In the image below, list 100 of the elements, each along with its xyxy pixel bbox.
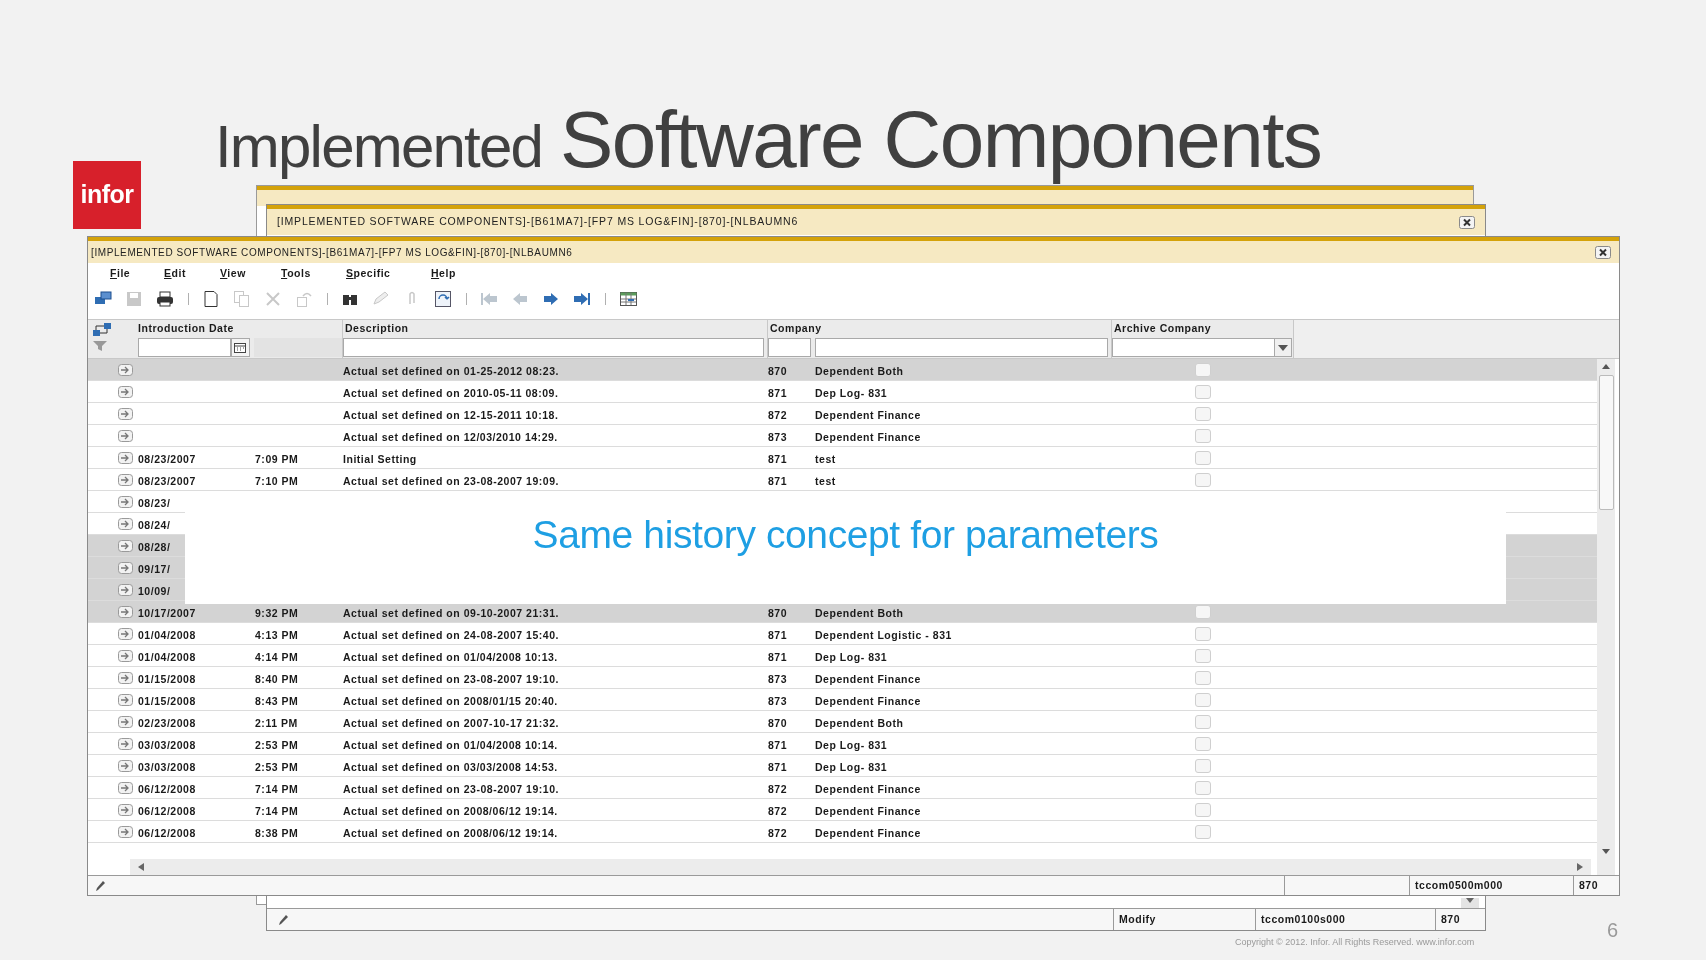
table-cell: Dependent Finance bbox=[815, 672, 921, 685]
row-marker-icon[interactable] bbox=[118, 825, 133, 838]
menu-item[interactable]: View bbox=[220, 266, 281, 282]
column-header[interactable]: Company bbox=[770, 321, 822, 337]
checkbox[interactable] bbox=[1194, 362, 1211, 377]
vertical-scrollbar[interactable] bbox=[1597, 359, 1615, 875]
table-cell: Dependent Both bbox=[815, 364, 904, 377]
row-marker-icon[interactable] bbox=[118, 649, 133, 662]
column-header[interactable]: Introduction Date bbox=[138, 321, 234, 337]
checkbox[interactable] bbox=[1194, 384, 1211, 399]
row-marker-icon[interactable] bbox=[118, 407, 133, 420]
filter-field[interactable] bbox=[343, 338, 764, 357]
close-icon[interactable] bbox=[1595, 245, 1611, 259]
dropdown[interactable] bbox=[1112, 338, 1292, 357]
printer-icon[interactable] bbox=[156, 290, 175, 308]
row-marker-icon[interactable] bbox=[118, 737, 133, 750]
table-cell: 08/23/2007 bbox=[138, 474, 196, 487]
table-cell: 9:32 PM bbox=[255, 606, 299, 619]
table-cell: 871 bbox=[768, 386, 788, 399]
row-marker-icon[interactable] bbox=[118, 627, 133, 640]
checkbox[interactable] bbox=[1194, 472, 1211, 487]
checkbox[interactable] bbox=[1194, 626, 1211, 641]
close-icon[interactable] bbox=[1459, 215, 1475, 229]
row-marker-icon[interactable] bbox=[118, 517, 133, 530]
scrollbar-thumb[interactable] bbox=[1598, 375, 1614, 510]
table-cell: 06/12/2008 bbox=[138, 826, 196, 839]
calendar-icon bbox=[234, 342, 247, 353]
row-marker-icon[interactable] bbox=[118, 583, 133, 596]
table-cell: 01/15/2008 bbox=[138, 672, 196, 685]
row-marker-icon[interactable] bbox=[118, 561, 133, 574]
filter-field[interactable] bbox=[138, 338, 231, 357]
menu-item[interactable]: Edit bbox=[164, 266, 220, 282]
table-cell: Actual set defined on 2008/01/15 20:40. bbox=[343, 694, 558, 707]
table-cell: Actual set defined on 2007-10-17 21:32. bbox=[343, 716, 559, 729]
table-cell: 01/15/2008 bbox=[138, 694, 196, 707]
row-marker-icon[interactable] bbox=[118, 759, 133, 772]
row-marker-icon[interactable] bbox=[118, 671, 133, 684]
table-cell: Actual set defined on 01-25-2012 08:23. bbox=[343, 364, 559, 377]
down-arrow-icon bbox=[1465, 898, 1475, 904]
refresh-icon[interactable] bbox=[434, 290, 453, 308]
horizontal-scrollbar[interactable] bbox=[130, 859, 1591, 875]
window-title: [IMPLEMENTED SOFTWARE COMPONENTS]-[B61MA7]-[FP7 MS LOG&FIN]-[870]-[NLBAUMN6 bbox=[91, 245, 573, 260]
row-marker-icon[interactable] bbox=[118, 693, 133, 706]
filter-icon[interactable] bbox=[92, 340, 108, 352]
table-cell: 873 bbox=[768, 672, 788, 685]
row-marker-icon[interactable] bbox=[118, 363, 133, 376]
checkbox[interactable] bbox=[1194, 406, 1211, 421]
table-cell: 870 bbox=[768, 716, 788, 729]
table-cell: Initial Setting bbox=[343, 452, 417, 465]
table-cell: 8:38 PM bbox=[255, 826, 299, 839]
table-row[interactable]: Actual set defined on 01-25-2012 08:23. 870 Dependent Both bbox=[88, 359, 1597, 381]
row-marker-icon[interactable] bbox=[118, 495, 133, 508]
checkbox[interactable] bbox=[1194, 648, 1211, 663]
table-cell: 10/09/ bbox=[138, 584, 171, 597]
hierarchy-icon[interactable] bbox=[92, 322, 112, 337]
status-text: tccom0100s000 bbox=[1261, 911, 1346, 927]
row-marker-icon[interactable] bbox=[118, 715, 133, 728]
right-arrow-icon[interactable] bbox=[1575, 862, 1585, 872]
scroll-down-button[interactable] bbox=[1461, 898, 1479, 908]
column-header[interactable]: Description bbox=[345, 321, 409, 337]
table-cell: 7:14 PM bbox=[255, 782, 299, 795]
table-icon[interactable] bbox=[619, 290, 638, 308]
row-marker-icon[interactable] bbox=[118, 781, 133, 794]
row-marker-icon[interactable] bbox=[118, 539, 133, 552]
row-marker-icon[interactable] bbox=[118, 429, 133, 442]
filter-field[interactable] bbox=[815, 338, 1108, 357]
table-cell: Actual set defined on 03/03/2008 14:53. bbox=[343, 760, 558, 773]
checkbox[interactable] bbox=[1194, 604, 1211, 619]
checkbox[interactable] bbox=[1194, 670, 1211, 685]
menu-item[interactable]: Specific bbox=[346, 266, 431, 282]
checkbox[interactable] bbox=[1194, 824, 1211, 839]
status-text: tccom0500m000 bbox=[1415, 877, 1503, 893]
row-marker-icon[interactable] bbox=[118, 803, 133, 816]
checkbox[interactable] bbox=[1194, 736, 1211, 751]
checkbox[interactable] bbox=[1194, 714, 1211, 729]
last-arrow-icon[interactable] bbox=[573, 290, 592, 308]
table-cell: 871 bbox=[768, 628, 788, 641]
column-header[interactable]: Archive Company bbox=[1114, 321, 1212, 337]
menu-item[interactable]: Tools bbox=[281, 266, 346, 282]
table-cell: 7:14 PM bbox=[255, 804, 299, 817]
row-marker-icon[interactable] bbox=[118, 451, 133, 464]
row-marker-icon[interactable] bbox=[118, 385, 133, 398]
table-cell: 8:43 PM bbox=[255, 694, 299, 707]
menu-item[interactable]: Help bbox=[431, 266, 481, 282]
row-marker-icon[interactable] bbox=[118, 473, 133, 486]
menu-item[interactable]: File bbox=[110, 266, 164, 282]
checkbox[interactable] bbox=[1194, 692, 1211, 707]
table-cell: 871 bbox=[768, 650, 788, 663]
checkbox[interactable] bbox=[1194, 758, 1211, 773]
page-icon[interactable] bbox=[202, 290, 221, 308]
table-cell: 871 bbox=[768, 738, 788, 751]
filter-field[interactable] bbox=[768, 338, 811, 357]
checkbox[interactable] bbox=[1194, 780, 1211, 795]
row-marker-icon[interactable] bbox=[118, 605, 133, 618]
table-cell: Actual set defined on 09-10-2007 21:31. bbox=[343, 606, 559, 619]
left-arrow-icon[interactable] bbox=[136, 862, 146, 872]
checkbox[interactable] bbox=[1194, 802, 1211, 817]
caret-icon bbox=[1278, 344, 1288, 351]
checkbox[interactable] bbox=[1194, 450, 1211, 465]
checkbox[interactable] bbox=[1194, 428, 1211, 443]
